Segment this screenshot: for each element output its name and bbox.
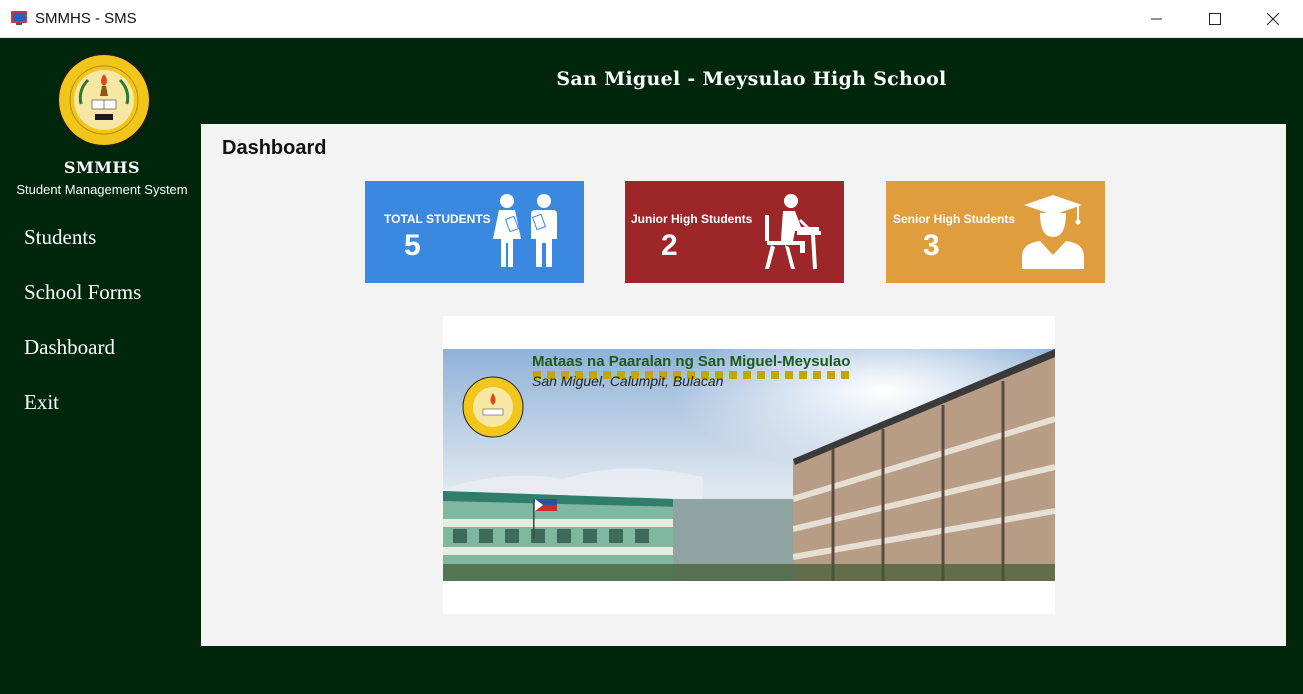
maximize-icon bbox=[1209, 13, 1221, 25]
school-logo bbox=[57, 53, 151, 147]
brand-name: SMMHS bbox=[63, 158, 141, 177]
app-icon bbox=[11, 11, 27, 25]
senior-high-card[interactable]: Senior High Students 3 bbox=[886, 181, 1105, 283]
card-count: 3 bbox=[923, 229, 940, 262]
card-label: Junior High Students bbox=[631, 212, 753, 226]
card-label: Senior High Students bbox=[893, 212, 1016, 226]
maximize-button[interactable] bbox=[1186, 0, 1244, 38]
nav-school-forms[interactable]: School Forms bbox=[24, 280, 141, 305]
nav-dashboard[interactable]: Dashboard bbox=[24, 335, 115, 360]
graduate-icon bbox=[1022, 195, 1084, 269]
minimize-icon bbox=[1151, 18, 1162, 20]
card-label: TOTAL STUDENTS bbox=[384, 212, 491, 226]
students-icon bbox=[493, 194, 557, 267]
close-button[interactable] bbox=[1244, 0, 1302, 38]
junior-high-card[interactable]: Junior High Students 2 bbox=[625, 181, 844, 283]
school-name-header: San Miguel - Meysulao High School bbox=[556, 68, 947, 90]
banner-location: San Miguel, Calumpit, Bulacan bbox=[532, 373, 724, 389]
total-students-card[interactable]: TOTAL STUDENTS 5 bbox=[365, 181, 584, 283]
page-title: Dashboard bbox=[222, 137, 327, 159]
window-titlebar: SMMHS - SMS bbox=[0, 0, 1303, 38]
brand-subtitle: Student Management System bbox=[16, 182, 188, 197]
banner-school-name: Mataas na Paaralan ng San Miguel-Meysula… bbox=[532, 353, 851, 370]
window-title: SMMHS - SMS bbox=[35, 10, 137, 27]
app-window: SMMHS Student Management System Students… bbox=[0, 38, 1303, 694]
card-count: 5 bbox=[404, 229, 421, 262]
minimize-button[interactable] bbox=[1128, 0, 1186, 38]
close-icon bbox=[1267, 13, 1279, 25]
nav-exit[interactable]: Exit bbox=[24, 390, 59, 415]
card-count: 2 bbox=[661, 229, 678, 262]
school-banner: Mataas na Paaralan ng San Miguel-Meysula… bbox=[443, 316, 1055, 614]
dashboard-panel: Dashboard TOTAL STUDENTS 5 Junior High S… bbox=[201, 124, 1286, 646]
nav-students[interactable]: Students bbox=[24, 225, 96, 250]
student-desk-icon bbox=[765, 194, 821, 269]
